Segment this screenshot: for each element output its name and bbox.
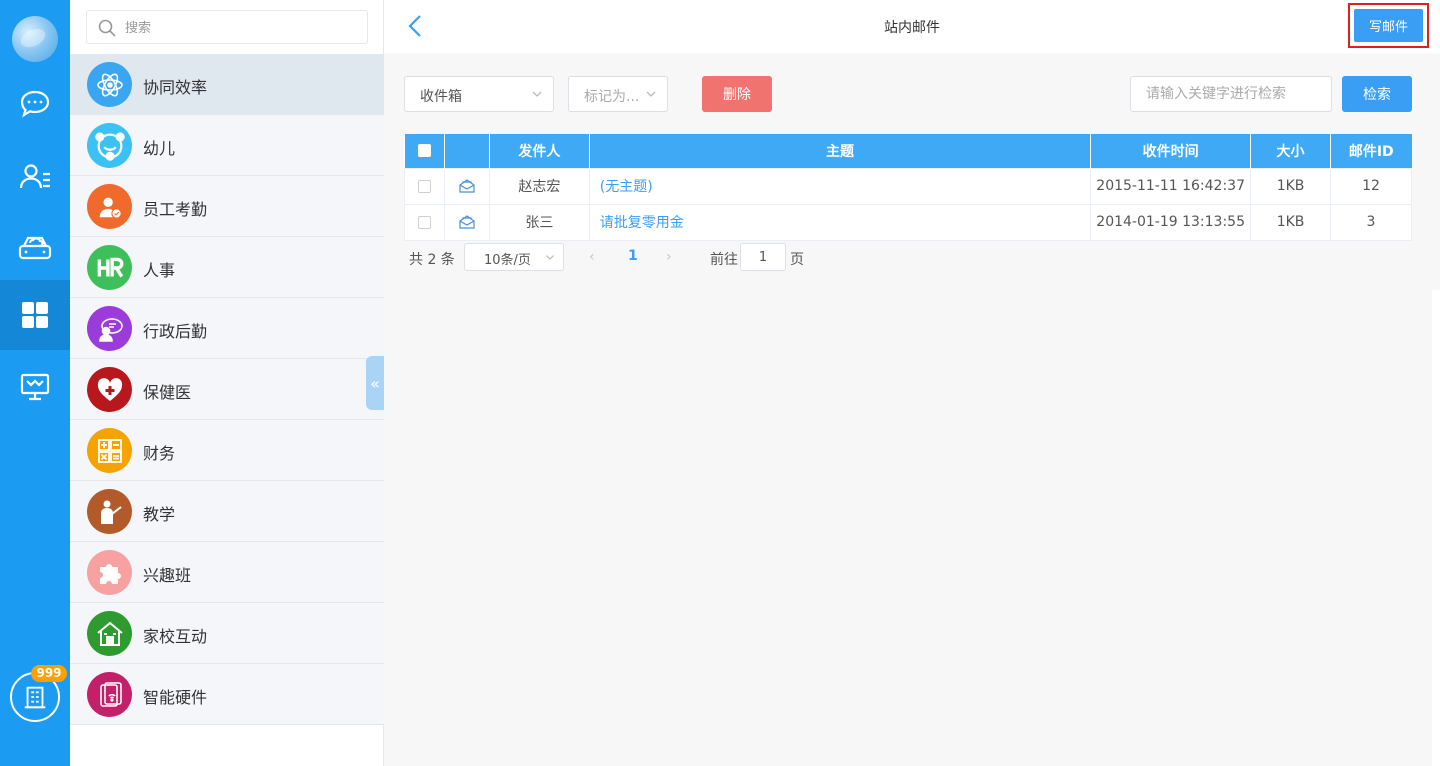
category-item-smart-hardware[interactable]: 智能硬件 [70,664,384,725]
sidebar-search-input[interactable] [125,17,355,39]
teacher-icon [87,489,132,534]
chevron-down-icon [532,91,542,97]
subject-link[interactable]: 请批复零用金 [588,203,1092,241]
size-cell: 1KB [1250,167,1332,205]
table-header-row: 发件人 主题 收件时间 大小 邮件ID [404,134,1412,168]
smiley-icon [87,123,132,168]
compose-highlight: 写邮件 [1348,3,1429,48]
row-checkbox[interactable] [417,179,431,193]
category-item-children[interactable]: 幼儿 [70,115,384,176]
select-all-checkbox[interactable] [404,134,445,168]
open-envelope-icon [459,215,475,229]
hr-icon [87,245,132,290]
id-cell: 3 [1330,203,1412,241]
page-unit-label: 页 [790,252,804,268]
double-chevron-left-icon: « [370,373,380,393]
category-item-teaching[interactable]: 教学 [70,481,384,542]
page-size-value: 10条/页 [484,253,531,268]
search-button[interactable]: 检索 [1342,76,1412,112]
notification-badge: 999 [31,665,67,682]
folder-select[interactable]: 收件箱 [404,76,554,112]
category-label: 教学 [143,505,176,524]
apps-grid-icon[interactable] [0,280,70,350]
category-item-admin[interactable]: 行政后勤 [70,298,384,359]
next-page-icon[interactable]: › [666,249,672,265]
category-label: 兴趣班 [143,566,192,585]
folder-select-value: 收件箱 [420,89,462,105]
time-cell: 2015-11-11 16:42:37 [1090,167,1252,205]
category-label: 家校互动 [143,627,208,646]
category-label: 财务 [143,444,176,463]
puzzle-icon [87,550,132,595]
column-header-mail-id: 邮件ID [1330,134,1412,168]
sender-cell: 赵志宏 [488,167,590,205]
prev-page-icon[interactable]: ‹ [589,249,595,265]
category-item-health[interactable]: 保健医 [70,359,384,420]
top-bar: 站内邮件 写邮件 [384,0,1440,53]
category-item-interest-class[interactable]: 兴趣班 [70,542,384,603]
total-count: 共 2 条 [409,252,455,268]
column-header-size: 大小 [1250,134,1332,168]
contacts-icon[interactable] [0,142,70,212]
avatar[interactable] [12,16,58,62]
compose-mail-button[interactable]: 写邮件 [1354,9,1423,42]
page-number-current[interactable]: 1 [628,248,638,264]
table-row[interactable]: 赵志宏 (无主题) 2015-11-11 16:42:37 1KB 12 [404,167,1412,205]
size-cell: 1KB [1250,203,1332,241]
mark-as-select[interactable]: 标记为... [568,76,668,112]
column-header-sender: 发件人 [489,134,590,168]
goto-page-input[interactable] [740,243,786,271]
sender-cell: 张三 [488,203,590,241]
chat-icon[interactable] [0,69,70,139]
time-cell: 2014-01-19 13:13:55 [1090,203,1252,241]
delete-button[interactable]: 删除 [702,76,772,112]
monitor-icon[interactable] [0,352,70,422]
cloud-drive-icon[interactable] [0,212,70,282]
table-row[interactable]: 张三 请批复零用金 2014-01-19 13:13:55 1KB 3 [404,203,1412,241]
collapse-sidebar-button[interactable]: « [366,356,384,410]
read-status-header [444,134,490,168]
search-icon [98,19,116,37]
calculator-icon [87,428,132,473]
column-header-received-time: 收件时间 [1090,134,1252,168]
sidebar-search[interactable] [86,10,368,44]
mail-table: 发件人 主题 收件时间 大小 邮件ID 赵志宏 (无主题) 2015-11-11… [404,134,1412,241]
category-label: 行政后勤 [143,322,208,341]
health-icon [87,367,132,412]
chevron-down-icon [546,255,554,260]
attendance-icon [87,184,132,229]
goto-label: 前往 [710,252,738,268]
category-sidebar: 协同效率 幼儿 员工考勤 [70,0,384,766]
category-item-finance[interactable]: 财务 [70,420,384,481]
page-title: 站内邮件 [884,20,940,36]
id-cell: 12 [1330,167,1412,205]
chevron-down-icon [646,91,656,97]
category-label: 协同效率 [143,78,208,97]
column-header-subject: 主题 [589,134,1092,168]
page-size-select[interactable]: 10条/页 [464,243,564,271]
category-label: 保健医 [143,383,192,402]
right-edge-panel [1432,290,1440,766]
category-item-collaboration[interactable]: 协同效率 [70,54,384,115]
house-icon [87,611,132,656]
admin-icon [87,306,132,351]
row-checkbox[interactable] [417,215,431,229]
category-item-hr[interactable]: 人事 [70,237,384,298]
subject-link[interactable]: (无主题) [588,167,1092,205]
keyword-search-input[interactable] [1130,76,1332,112]
category-item-attendance[interactable]: 员工考勤 [70,176,384,237]
category-label: 智能硬件 [143,688,208,707]
category-label: 人事 [143,261,176,280]
category-item-home-school[interactable]: 家校互动 [70,603,384,664]
category-label: 幼儿 [143,139,176,158]
app-rail: 999 [0,0,70,766]
mark-as-select-value: 标记为... [584,89,640,105]
atom-icon [87,62,132,107]
open-envelope-icon [459,179,475,193]
device-icon [87,672,132,717]
category-list: 协同效率 幼儿 员工考勤 人事 行政后勤 保健医 财务 教学 兴趣班 家校互动 … [70,54,384,725]
category-label: 员工考勤 [143,200,208,219]
